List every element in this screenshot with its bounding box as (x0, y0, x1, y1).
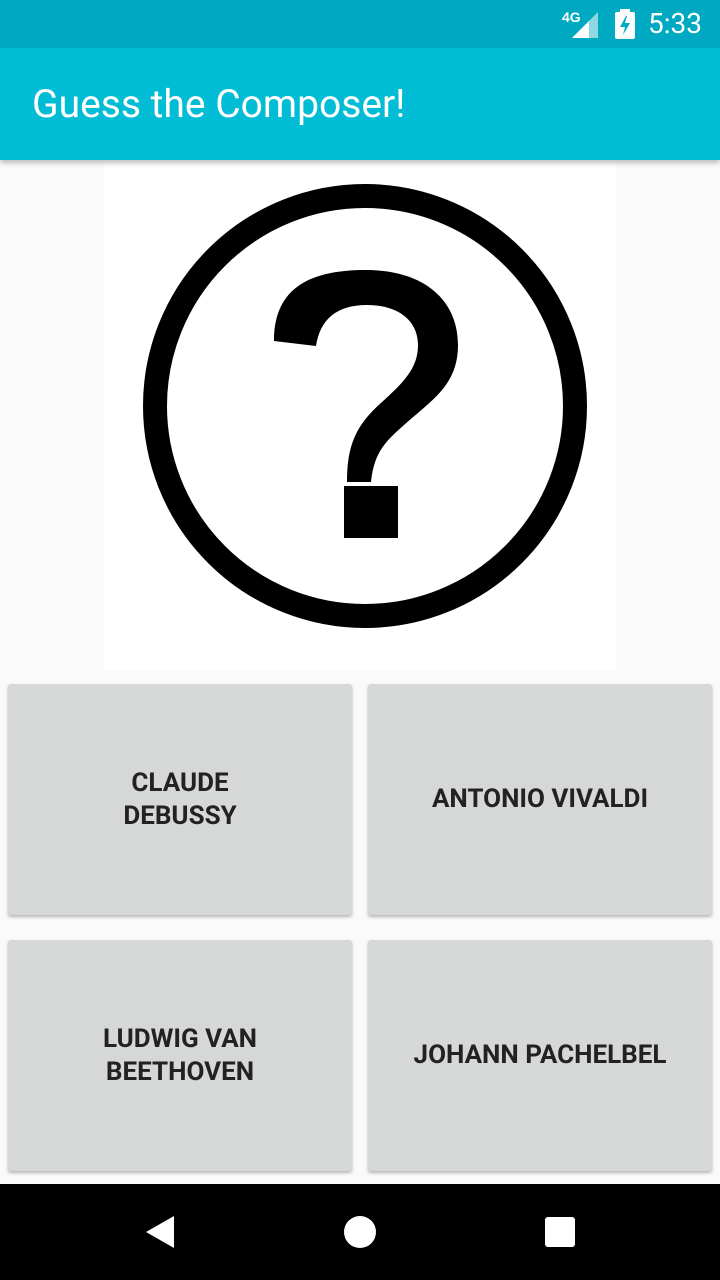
answer-label: LUDWIG VAN BEETHOVEN (102, 1023, 258, 1087)
composer-image (104, 160, 616, 670)
navigation-bar (0, 1184, 720, 1280)
question-mark-circle-icon (143, 184, 587, 628)
answer-label: ANTONIO VIVALDI (431, 784, 649, 814)
clock: 5:33 (648, 7, 702, 40)
answer-button-1[interactable]: CLAUDE DEBUSSY (8, 684, 352, 915)
answer-button-2[interactable]: ANTONIO VIVALDI (368, 684, 712, 915)
status-bar: 4G 5:33 (0, 0, 720, 48)
recent-apps-icon[interactable] (536, 1208, 584, 1256)
answer-button-4[interactable]: JOHANN PACHELBEL (368, 940, 712, 1171)
answer-button-3[interactable]: LUDWIG VAN BEETHOVEN (8, 940, 352, 1171)
app-bar: Guess the Composer! (0, 48, 720, 160)
page-title: Guess the Composer! (32, 81, 406, 127)
answer-label: CLAUDE DEBUSSY (123, 767, 237, 831)
home-icon[interactable] (336, 1208, 384, 1256)
signal-icon: 4G (562, 9, 598, 38)
back-icon[interactable] (136, 1208, 184, 1256)
answer-label: JOHANN PACHELBEL (413, 1040, 667, 1070)
network-label: 4G (562, 9, 581, 25)
battery-charging-icon (615, 9, 635, 39)
